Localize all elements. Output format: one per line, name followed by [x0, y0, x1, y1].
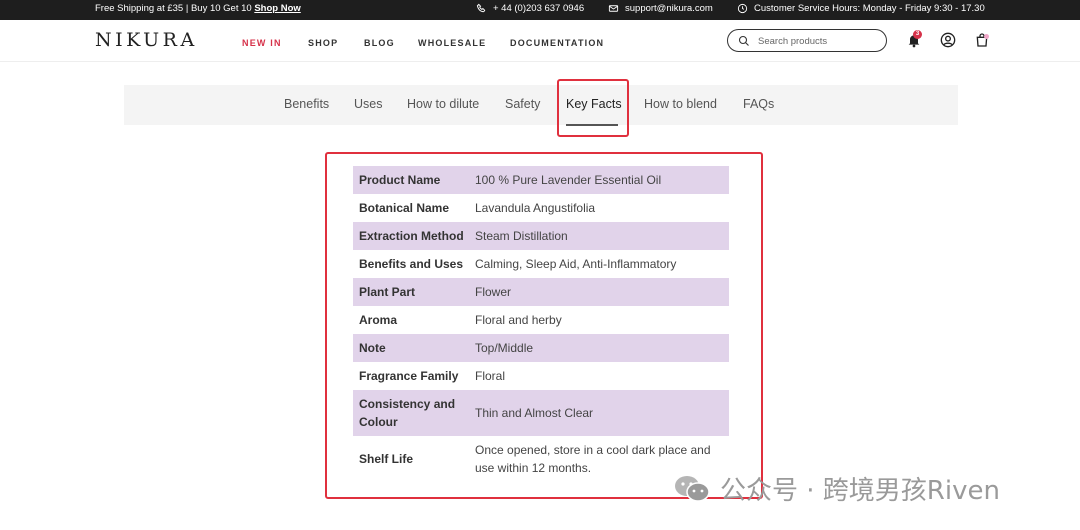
service-hours: Customer Service Hours: Monday - Friday …: [737, 3, 985, 14]
tab-benefits[interactable]: Benefits: [284, 97, 329, 111]
watermark-text: 公众号 · 跨境男孩Riven: [720, 476, 1000, 506]
fact-value: Lavandula Angustifolia: [475, 201, 596, 215]
search-input[interactable]: [758, 34, 878, 48]
search-icon: [738, 35, 749, 46]
logo[interactable]: NIKURA: [95, 29, 198, 51]
shop-now-link[interactable]: Shop Now: [254, 3, 300, 14]
watermark: 公众号 · 跨境男孩Riven: [672, 470, 1000, 507]
nav-wholesale[interactable]: WHOLESALE: [418, 38, 486, 48]
table-row: Benefits and Uses Calming, Sleep Aid, An…: [353, 250, 729, 278]
fact-label: Shelf Life: [359, 452, 414, 466]
table-row: Note Top/Middle: [353, 334, 729, 362]
search-box[interactable]: [727, 29, 887, 52]
tab-how-to-blend[interactable]: How to blend: [644, 97, 717, 111]
announcement-bar: Free Shipping at £35 | Buy 10 Get 10 Sho…: [0, 0, 1080, 20]
email-address: support@nikura.com: [625, 3, 713, 14]
tab-uses[interactable]: Uses: [354, 97, 382, 111]
service-hours-text: Customer Service Hours: Monday - Friday …: [754, 3, 985, 14]
fact-value: Floral and herby: [475, 313, 562, 327]
phone-number: + 44 (0)203 637 0946: [493, 3, 585, 14]
table-row: Aroma Floral and herby: [353, 306, 729, 334]
phone-icon: [476, 3, 486, 13]
table-row: Botanical Name Lavandula Angustifolia: [353, 194, 729, 222]
fact-label: Plant Part: [359, 285, 416, 299]
table-row: Extraction Method Steam Distillation: [353, 222, 729, 250]
fact-value: Top/Middle: [475, 341, 534, 355]
fact-label: Benefits and Uses: [359, 257, 464, 271]
notification-badge: 3: [913, 30, 922, 39]
nav-shop[interactable]: SHOP: [308, 38, 338, 48]
nav-new-in[interactable]: NEW IN: [242, 38, 282, 48]
table-row: Product Name 100 % Pure Lavender Essenti…: [353, 166, 729, 194]
tab-how-to-dilute[interactable]: How to dilute: [407, 97, 479, 111]
fact-label: Product Name: [359, 173, 441, 187]
account-icon[interactable]: [940, 32, 956, 48]
fact-label: Fragrance Family: [359, 369, 459, 383]
table-row: Plant Part Flower: [353, 278, 729, 306]
phone-contact[interactable]: + 44 (0)203 637 0946: [476, 3, 584, 14]
wechat-icon: [675, 475, 710, 502]
nav-documentation[interactable]: DOCUMENTATION: [510, 38, 604, 48]
table-row: Fragrance Family Floral: [353, 362, 729, 390]
tab-highlight-frame: [557, 79, 629, 137]
fact-value: Thin and Almost Clear: [475, 406, 594, 420]
fact-label: Extraction Method: [359, 229, 464, 243]
clock-icon: [737, 3, 748, 14]
cart-indicator-dot: [984, 34, 989, 39]
tab-safety[interactable]: Safety: [505, 97, 540, 111]
fact-label: Consistency and Colour: [359, 397, 456, 429]
site-header: NIKURA NEW IN SHOP BLOG WHOLESALE DOCUME…: [0, 20, 1080, 62]
product-info-tabs: Benefits Uses How to dilute Safety Key F…: [124, 85, 958, 125]
fact-value: Calming, Sleep Aid, Anti-Inflammatory: [475, 257, 677, 271]
promo-text: Free Shipping at £35 | Buy 10 Get 10: [95, 3, 252, 14]
fact-value: Steam Distillation: [475, 229, 568, 243]
tab-faqs[interactable]: FAQs: [743, 97, 774, 111]
fact-value: Flower: [475, 285, 512, 299]
fact-value: 100 % Pure Lavender Essential Oil: [475, 173, 662, 187]
fact-value: Floral: [475, 369, 506, 383]
key-facts-table: Product Name 100 % Pure Lavender Essenti…: [353, 166, 729, 482]
promo-banner: Free Shipping at £35 | Buy 10 Get 10 Sho…: [95, 3, 301, 14]
nav-blog[interactable]: BLOG: [364, 38, 395, 48]
table-row: Consistency and Colour Thin and Almost C…: [353, 390, 729, 436]
mail-icon: [608, 5, 619, 12]
fact-label: Aroma: [359, 313, 398, 327]
fact-label: Note: [359, 341, 386, 355]
email-contact[interactable]: support@nikura.com: [608, 3, 713, 14]
fact-label: Botanical Name: [359, 201, 450, 215]
